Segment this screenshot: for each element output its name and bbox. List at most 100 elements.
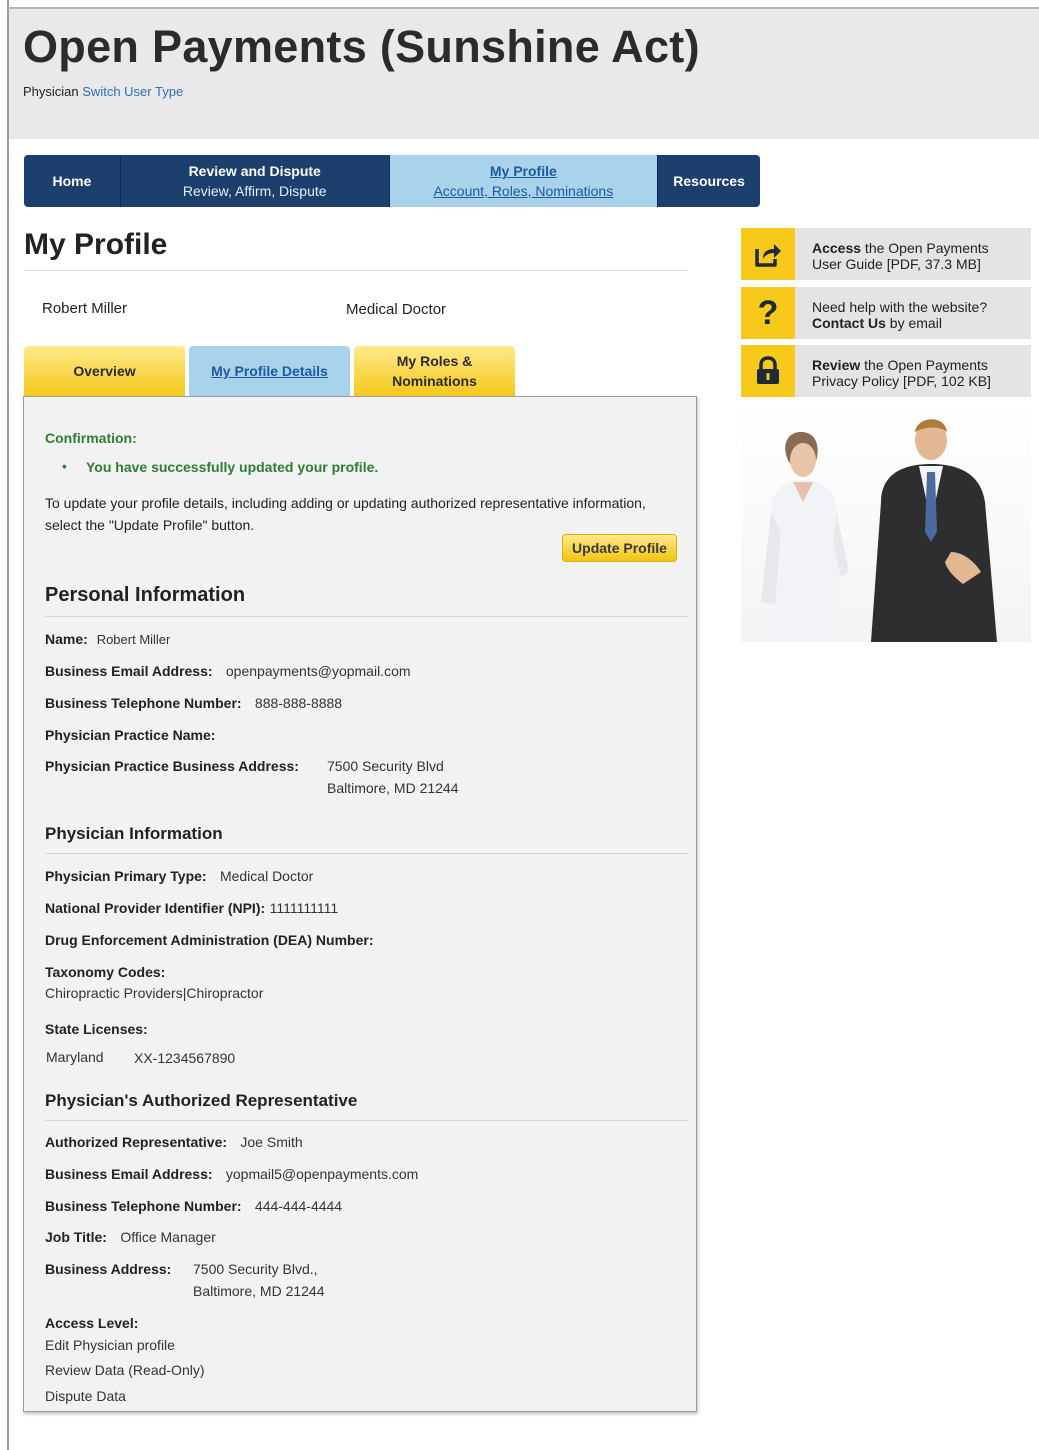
privacy-policy-text: Review the Open Payments Privacy Policy …	[795, 345, 991, 397]
practice-address-line2: Baltimore, MD 21244	[327, 780, 459, 796]
physician-info-heading: Physician Information	[45, 824, 223, 843]
privacy-bold: Review	[812, 357, 861, 373]
npi-value: 1111111111	[269, 900, 339, 916]
personal-info-divider	[45, 616, 688, 617]
name-value: Robert Miller	[96, 632, 171, 647]
business-phone-row: Business Telephone Number: 888-888-8888	[45, 695, 342, 713]
nav-review-title: Review and Dispute	[188, 163, 321, 179]
update-instructions: To update your profile details, includin…	[45, 495, 646, 533]
rep-address-line1: 7500 Security Blvd.,	[193, 1261, 318, 1277]
business-email-label: Business Email Address:	[45, 663, 213, 679]
contact-us-text: Need help with the website? Contact Us b…	[795, 287, 987, 339]
name-row: Name: Robert Miller	[45, 631, 170, 649]
rep-email-row: Business Email Address: yopmail5@openpay…	[45, 1166, 418, 1184]
practice-address-row: Physician Practice Business Address:	[45, 758, 299, 776]
license-number: XX-1234567890	[134, 1050, 236, 1066]
rep-address-label: Business Address:	[45, 1261, 172, 1277]
business-email-row: Business Email Address: openpayments@yop…	[45, 663, 411, 681]
share-arrow-icon	[741, 228, 795, 280]
main-nav: Home Review and Dispute Review, Affirm, …	[24, 155, 760, 207]
confirmation-label: Confirmation:	[45, 430, 137, 446]
nav-review-dispute[interactable]: Review and Dispute Review, Affirm, Dispu…	[121, 155, 390, 207]
practice-name-row: Physician Practice Name:	[45, 727, 215, 745]
user-type-line: Physician Switch User Type	[23, 84, 183, 99]
privacy-rest: the Open Payments	[860, 357, 988, 373]
page-title: My Profile	[24, 228, 168, 261]
nav-home-label: Home	[52, 173, 92, 189]
help-question: Need help with the website?	[812, 299, 988, 315]
practice-address-line1: 7500 Security Blvd	[327, 758, 444, 774]
profile-user-type: Medical Doctor	[346, 301, 447, 318]
nav-profile-title: My Profile	[489, 163, 557, 179]
practice-address-label: Physician Practice Business Address:	[45, 758, 299, 774]
rep-address-row: Business Address:	[45, 1261, 171, 1279]
question-mark-icon: ?	[741, 287, 795, 339]
user-guide-size: User Guide [PDF, 37.3 MB]	[812, 256, 981, 272]
rep-job-row: Job Title: Office Manager	[45, 1229, 216, 1247]
tab-my-profile-details[interactable]: My Profile Details	[189, 346, 350, 396]
nav-resources[interactable]: Resources	[658, 155, 760, 207]
tab-overview[interactable]: Overview	[24, 346, 185, 396]
profile-details-panel: Confirmation: • You have successfully up…	[23, 396, 697, 1412]
access-item: Edit Physician profile	[45, 1337, 175, 1353]
tab-roles-line1: My Roles &	[396, 353, 473, 369]
rep-email-label: Business Email Address:	[45, 1166, 213, 1182]
rep-name-value: Joe Smith	[240, 1134, 303, 1150]
tab-my-roles-nominations[interactable]: My Roles & Nominations	[354, 346, 515, 396]
site-header: Open Payments (Sunshine Act) Physician S…	[9, 9, 1039, 139]
user-guide-text: Access the Open Payments User Guide [PDF…	[795, 228, 989, 280]
access-item: Dispute Data	[45, 1388, 126, 1404]
rep-name-label: Authorized Representative:	[45, 1134, 228, 1150]
user-guide-link[interactable]: Access the Open Payments User Guide [PDF…	[741, 228, 1031, 280]
switch-user-type-link[interactable]: Switch User Type	[82, 84, 183, 99]
nav-my-profile[interactable]: My Profile Account, Roles, Nominations	[389, 155, 659, 207]
frame-left-border	[7, 0, 9, 1450]
nav-review-subtitle: Review, Affirm, Dispute	[182, 183, 327, 199]
doctors-photo	[741, 402, 1031, 642]
confirmation-bullet: •	[62, 458, 67, 474]
tab-details-label: My Profile Details	[211, 363, 328, 379]
representative-heading: Physician's Authorized Representative	[45, 1091, 358, 1110]
name-label: Name:	[45, 631, 88, 647]
rep-phone-value: 444-444-4444	[254, 1198, 343, 1214]
taxonomy-label: Taxonomy Codes:	[45, 964, 166, 980]
title-divider	[24, 270, 688, 271]
rep-name-row: Authorized Representative: Joe Smith	[45, 1134, 303, 1152]
profile-user-name: Robert Miller	[42, 300, 128, 317]
app-title: Open Payments (Sunshine Act)	[23, 21, 700, 72]
representative-divider	[45, 1120, 688, 1121]
rep-job-value: Office Manager	[120, 1229, 216, 1245]
privacy-size: Privacy Policy [PDF, 102 KB]	[812, 373, 991, 389]
tab-overview-label: Overview	[73, 363, 136, 379]
privacy-policy-link[interactable]: Review the Open Payments Privacy Policy …	[741, 345, 1031, 397]
current-user-type: Physician	[23, 84, 79, 99]
access-level-label: Access Level:	[45, 1315, 139, 1331]
primary-type-label: Physician Primary Type:	[45, 868, 207, 884]
practice-name-label: Physician Practice Name:	[45, 727, 216, 743]
contact-us-rest: by email	[885, 315, 942, 331]
user-guide-rest: the Open Payments	[861, 240, 989, 256]
lock-icon	[741, 345, 795, 397]
business-phone-label: Business Telephone Number:	[45, 695, 242, 711]
contact-us-link[interactable]: ? Need help with the website? Contact Us…	[741, 287, 1031, 339]
rep-address-line2: Baltimore, MD 21244	[193, 1283, 325, 1299]
nav-resources-label: Resources	[673, 173, 745, 189]
contact-us-bold: Contact Us	[812, 315, 886, 331]
dea-label: Drug Enforcement Administration (DEA) Nu…	[45, 932, 374, 948]
primary-type-value: Medical Doctor	[219, 868, 314, 884]
rep-phone-label: Business Telephone Number:	[45, 1198, 242, 1214]
primary-type-row: Physician Primary Type: Medical Doctor	[45, 868, 313, 886]
dea-row: Drug Enforcement Administration (DEA) Nu…	[45, 932, 374, 950]
npi-label: National Provider Identifier (NPI):	[45, 900, 266, 916]
nav-home[interactable]: Home	[24, 155, 121, 207]
business-phone-value: 888-888-8888	[254, 695, 343, 711]
rep-email-value: yopmail5@openpayments.com	[225, 1166, 419, 1182]
physician-info-divider	[45, 853, 688, 854]
rep-job-label: Job Title:	[45, 1229, 107, 1245]
business-email-value: openpayments@yopmail.com	[225, 663, 411, 679]
personal-info-heading: Personal Information	[45, 584, 246, 606]
state-licenses-label: State Licenses:	[45, 1021, 148, 1037]
access-item: Review Data (Read-Only)	[45, 1362, 205, 1378]
taxonomy-value: Chiropractic Providers|Chiropractor	[45, 985, 264, 1001]
update-profile-button[interactable]: Update Profile	[562, 534, 677, 562]
